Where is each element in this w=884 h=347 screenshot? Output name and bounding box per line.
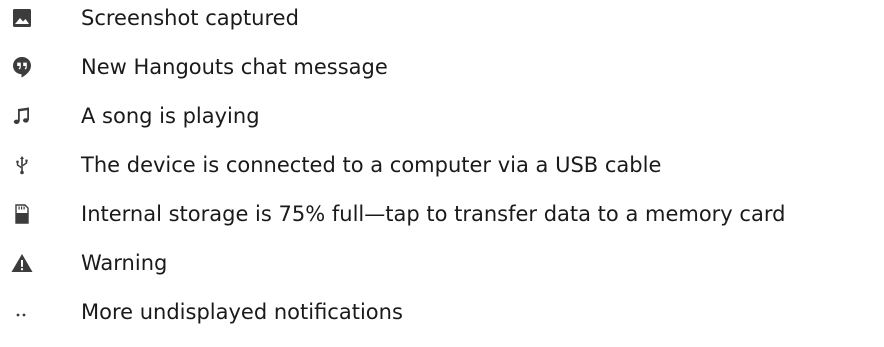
storage-icon [10, 202, 34, 226]
notification-row-usb: The device is connected to a computer vi… [0, 147, 884, 187]
notification-row-more: More undisplayed notifications [0, 294, 884, 334]
music-note-icon [10, 104, 34, 128]
notification-row-screenshot: Screenshot captured [0, 0, 884, 40]
notification-row-storage: Internal storage is 75% full—tap to tran… [0, 196, 884, 236]
image-icon [10, 6, 34, 30]
notification-text: Internal storage is 75% full—tap to tran… [81, 202, 786, 226]
notification-row-song: A song is playing [0, 98, 884, 138]
notification-row-hangouts: New Hangouts chat message [0, 49, 884, 89]
warning-icon [10, 251, 34, 275]
notification-text: More undisplayed notifications [81, 300, 403, 324]
notification-text: New Hangouts chat message [81, 55, 388, 79]
notification-text: The device is connected to a computer vi… [81, 153, 662, 177]
notification-row-warning: Warning [0, 245, 884, 285]
more-dots-icon [10, 300, 34, 324]
notification-icon-list: Screenshot captured New Hangouts chat me… [0, 0, 884, 347]
notification-text: A song is playing [81, 104, 260, 128]
hangouts-icon [10, 55, 34, 79]
notification-text: Warning [81, 251, 168, 275]
usb-icon [10, 153, 34, 177]
notification-text: Screenshot captured [81, 6, 299, 30]
